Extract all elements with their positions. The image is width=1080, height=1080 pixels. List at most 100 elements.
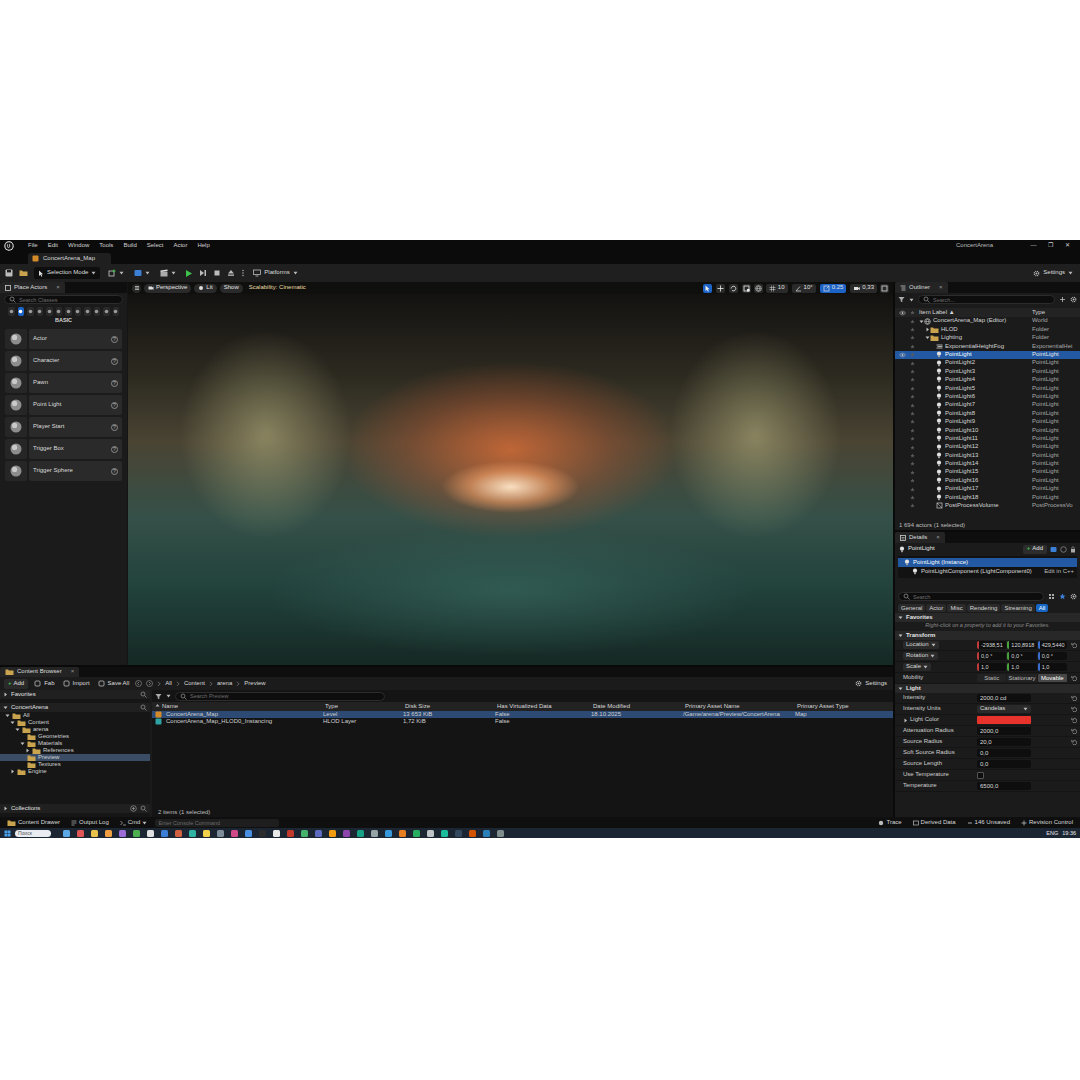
eject-icon[interactable]	[227, 269, 235, 277]
column-header[interactable]: Name	[152, 703, 320, 711]
filter-tab[interactable]: Actor	[926, 604, 946, 612]
folder-tree-item[interactable]: arena	[0, 726, 150, 733]
view-mode-button[interactable]: Lit	[194, 284, 216, 293]
expand-arrow-icon[interactable]	[898, 633, 903, 638]
reset-icon[interactable]	[1069, 739, 1078, 745]
category-button[interactable]	[18, 307, 25, 316]
transform-tool-button[interactable]	[742, 284, 751, 293]
details-search-input[interactable]	[913, 593, 1039, 600]
category-button[interactable]	[37, 307, 44, 316]
app-icon[interactable]	[147, 830, 154, 837]
app-icon[interactable]	[245, 830, 252, 837]
folder-tree-item[interactable]: Content	[0, 719, 150, 726]
column-header[interactable]: Type	[1032, 309, 1080, 317]
number-field[interactable]: 20,0	[977, 738, 1031, 746]
number-field[interactable]: 0,0	[977, 749, 1031, 757]
reset-icon[interactable]	[1069, 706, 1078, 712]
app-icon[interactable]	[133, 830, 140, 837]
search-input[interactable]	[19, 296, 118, 303]
actor-item[interactable]: Point Light?	[5, 395, 122, 415]
snap-setting-button[interactable]: 0,33	[850, 284, 877, 293]
mobility-option[interactable]: Stationary	[1007, 674, 1036, 682]
app-icon[interactable]	[399, 830, 406, 837]
category-button[interactable]	[84, 307, 91, 316]
vector-field[interactable]: 1,0	[977, 663, 1006, 671]
mobility-option[interactable]: Static	[977, 674, 1006, 682]
content-drawer-button[interactable]: Content Drawer	[4, 818, 63, 827]
resume-icon[interactable]	[199, 269, 207, 277]
actor-item[interactable]: Actor?	[5, 329, 122, 349]
eye-icon[interactable]	[899, 494, 906, 500]
app-icon[interactable]	[91, 830, 98, 837]
column-header[interactable]: Primary Asset Type	[792, 703, 893, 711]
help-button[interactable]: ?	[111, 424, 118, 431]
app-icon[interactable]	[483, 830, 490, 837]
help-button[interactable]: ?	[111, 358, 118, 365]
category-header[interactable]: Favorites	[895, 613, 1080, 622]
transform-tool-button[interactable]	[703, 284, 712, 293]
reset-icon[interactable]	[1069, 695, 1078, 701]
vector-field[interactable]: -2938,51	[977, 641, 1006, 649]
folder-tree-item[interactable]: Materials	[0, 740, 150, 747]
outliner-row[interactable]: PointLight18PointLight	[895, 493, 1080, 501]
status-item[interactable]: Derived Data	[910, 818, 959, 827]
help-button[interactable]: ?	[111, 380, 118, 387]
expand-arrow-icon[interactable]	[10, 720, 15, 725]
edit-in-cpp-link[interactable]: Edit in C++	[1044, 568, 1074, 576]
add-icon[interactable]	[1059, 296, 1066, 303]
app-icon[interactable]	[217, 830, 224, 837]
expand-arrow-icon[interactable]	[898, 686, 903, 691]
component-row[interactable]: PointLightComponent (LightComponent0)Edi…	[898, 567, 1077, 576]
category-button[interactable]	[113, 307, 120, 316]
eye-icon[interactable]	[899, 318, 906, 324]
collections-section[interactable]: Collections	[0, 804, 150, 813]
help-button[interactable]: ?	[111, 468, 118, 475]
outliner-row[interactable]: PointLight15PointLight	[895, 468, 1080, 476]
blueprint-icon[interactable]	[1050, 546, 1057, 553]
eye-icon[interactable]	[899, 469, 906, 475]
app-icon[interactable]	[441, 830, 448, 837]
menu-item[interactable]: Tools	[99, 242, 113, 250]
app-icon[interactable]	[497, 830, 504, 837]
color-swatch[interactable]	[977, 716, 1031, 724]
eye-icon[interactable]	[899, 419, 906, 425]
outliner-row[interactable]: PointLight8PointLight	[895, 409, 1080, 417]
column-header[interactable]: Disk Size	[400, 703, 492, 711]
folder-tree-item[interactable]: Geometries	[0, 733, 150, 740]
column-header[interactable]: Primary Asset Name	[680, 703, 792, 711]
menu-item[interactable]: Actor	[173, 242, 187, 250]
column-header[interactable]: Date Modified	[588, 703, 680, 711]
help-icon[interactable]	[1060, 546, 1067, 553]
breadcrumb[interactable]: All	[165, 680, 172, 688]
transform-tool-button[interactable]	[716, 284, 725, 293]
eye-icon[interactable]	[899, 461, 906, 467]
expand-arrow-icon[interactable]	[25, 748, 30, 753]
category-button[interactable]	[46, 307, 53, 316]
eye-icon[interactable]	[899, 369, 906, 375]
outliner-row[interactable]: PointLight5PointLight	[895, 384, 1080, 392]
outliner-row[interactable]: PointLight12PointLight	[895, 443, 1080, 451]
close-tab-button[interactable]: ×	[71, 668, 75, 676]
eye-icon[interactable]	[899, 343, 906, 349]
favorites-section[interactable]: Favorites	[0, 690, 150, 699]
folder-tree-item[interactable]: All	[0, 712, 150, 719]
selection-mode-button[interactable]: Selection Mode	[34, 267, 100, 279]
snap-setting-button[interactable]: 10°	[792, 284, 816, 293]
history-forward-icon[interactable]	[146, 680, 153, 687]
vector-field[interactable]: 429,5440	[1038, 641, 1067, 649]
app-icon[interactable]	[259, 830, 266, 837]
reset-icon[interactable]	[1069, 642, 1078, 648]
number-field[interactable]: 2000,0 cd	[977, 694, 1031, 702]
content-icon[interactable]	[19, 269, 28, 277]
expand-arrow-icon[interactable]	[898, 615, 903, 620]
folder-tree-item[interactable]: Engine	[0, 768, 150, 775]
component-row[interactable]: PointLight (Instance)	[898, 558, 1077, 567]
eye-icon[interactable]	[899, 503, 906, 509]
eye-icon[interactable]	[899, 394, 906, 400]
save-icon[interactable]	[5, 269, 13, 277]
details-tab[interactable]: Details×	[895, 532, 945, 543]
app-icon[interactable]	[427, 830, 434, 837]
app-icon[interactable]	[329, 830, 336, 837]
outliner-row[interactable]: PointLight4PointLight	[895, 376, 1080, 384]
outliner-row[interactable]: PointLight6PointLight	[895, 393, 1080, 401]
